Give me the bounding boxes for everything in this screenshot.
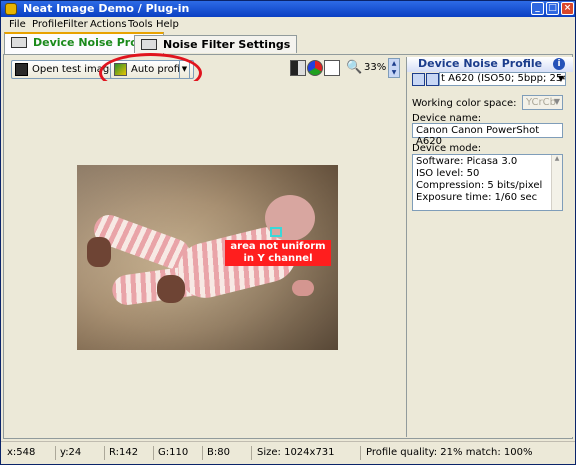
camera-icon — [11, 37, 27, 48]
device-mode-label: Device mode: — [412, 143, 482, 154]
device-mode-line: ISO level: 50 — [416, 168, 480, 179]
zoom-spinner[interactable]: ▲ ▼ — [388, 58, 400, 78]
status-profile-quality: Profile quality: 21% match: 100% — [366, 447, 533, 458]
info-icon[interactable]: i — [553, 58, 565, 70]
app-icon — [5, 3, 17, 15]
status-separator — [202, 446, 203, 460]
status-x: x:548 — [7, 447, 36, 458]
menu-help[interactable]: Help — [156, 18, 179, 31]
menu-actions[interactable]: Actions — [90, 18, 127, 31]
status-g: G:110 — [158, 447, 189, 458]
selection-marker[interactable] — [270, 227, 282, 237]
device-mode-line: Exposure time: 1/60 sec — [416, 192, 538, 203]
filter-settings-icon — [141, 39, 157, 50]
zoom-level: 33% — [364, 62, 387, 73]
tab-strip: Device Noise Profile Noise Filter Settin… — [1, 32, 575, 54]
chevron-down-icon: ▼ — [557, 74, 564, 83]
working-color-space-select: YCrCb ▼ — [522, 95, 563, 110]
save-profile-icon[interactable] — [426, 73, 439, 86]
status-r: R:142 — [109, 447, 139, 458]
window-title: Neat Image Demo / Plug-in — [23, 2, 190, 15]
baby-foot-upper — [87, 237, 111, 267]
load-profile-icon[interactable] — [412, 73, 425, 86]
working-color-space-value: YCrCb — [526, 97, 556, 108]
device-mode-scrollbar[interactable]: ▲ — [551, 155, 562, 210]
zoom-icon[interactable]: 🔍 — [346, 60, 362, 76]
maximize-button[interactable]: □ — [546, 2, 559, 15]
status-separator — [251, 446, 252, 460]
menu-tools[interactable]: Tools — [128, 18, 153, 31]
menu-filter[interactable]: Filter — [63, 18, 88, 31]
open-image-icon — [15, 63, 28, 76]
profile-select-value: t A620 (ISO50; 5bpp; 2540 — [441, 73, 566, 84]
app-window: Neat Image Demo / Plug-in _ □ × File Pro… — [0, 0, 576, 465]
device-mode-field[interactable]: Software: Picasa 3.0 ISO level: 50 Compr… — [412, 154, 563, 211]
minimize-button[interactable]: _ — [531, 2, 544, 15]
color-channels-icon[interactable] — [307, 60, 323, 76]
close-button[interactable]: × — [561, 2, 574, 15]
annotation-callout: area not uniform in Y channel — [225, 240, 331, 266]
status-bar: x:548 y:24 R:142 G:110 B:80 Size: 1024x7… — [1, 441, 575, 464]
device-noise-profile-panel: Device Noise Profile i t A620 (ISO50; 5b… — [406, 57, 573, 437]
status-separator — [153, 446, 154, 460]
settings-gear-icon[interactable] — [324, 60, 340, 76]
baby-foot-lower — [157, 275, 185, 303]
tab-noise-filter-settings[interactable]: Noise Filter Settings — [134, 35, 298, 53]
menu-file[interactable]: File — [9, 18, 26, 31]
status-b: B:80 — [207, 447, 230, 458]
tab-noise-filter-settings-label: Noise Filter Settings — [163, 38, 291, 51]
status-separator — [104, 446, 105, 460]
chevron-down-icon: ▼ — [553, 97, 560, 106]
device-name-field[interactable]: Canon Canon PowerShot A620 — [412, 123, 563, 147]
panel-title: Device Noise Profile — [407, 57, 573, 72]
baby-hand — [292, 280, 314, 296]
device-mode-line: Compression: 5 bits/pixel — [416, 180, 543, 191]
title-bar[interactable]: Neat Image Demo / Plug-in _ □ × — [1, 1, 575, 17]
status-separator — [55, 446, 56, 460]
working-color-space-label: Working color space: — [412, 98, 517, 109]
profile-select[interactable]: t A620 (ISO50; 5bpp; 2540 ▼ — [439, 72, 566, 86]
menu-bar: File Profile Filter Actions Tools Help — [1, 17, 575, 32]
device-mode-line: Software: Picasa 3.0 — [416, 156, 518, 167]
menu-profile[interactable]: Profile — [32, 18, 63, 31]
status-size: Size: 1024x731 — [257, 447, 335, 458]
preview-mode-icon[interactable] — [290, 60, 306, 76]
status-separator — [360, 446, 361, 460]
status-y: y:24 — [60, 447, 82, 458]
